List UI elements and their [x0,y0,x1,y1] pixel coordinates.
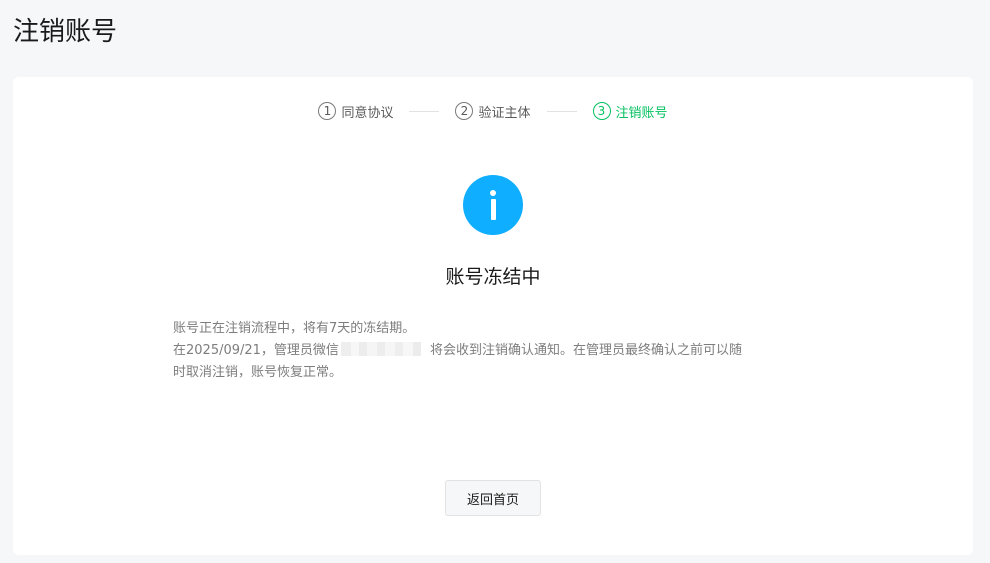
info-icon-dot [490,190,496,196]
description-line: 账号正在注销流程中，将有7天的冻结期。 [173,321,416,336]
step-verify-entity: 2 验证主体 [455,102,531,121]
step-number: 1 [318,102,337,120]
info-icon [463,175,523,235]
step-divider [546,110,577,112]
masked-wechat-id [340,342,421,356]
description-line: 时取消注销，账号恢复正常。 [173,365,343,380]
page-title: 注销账号 [13,17,118,47]
main-card: 1 同意协议 2 验证主体 3 注销账号 账号冻结中 账号正在注销流程中，将有7… [13,77,973,555]
info-icon-bar [490,199,496,220]
step-label: 同意协议 [341,105,394,121]
description-text: 将会收到注销确认通知。在管理员最终确认之前可以随 [429,343,742,358]
status-description: 账号正在注销流程中，将有7天的冻结期。 在2025/09/21，管理员微信 将会收… [173,318,803,384]
step-number: 3 [592,102,611,120]
return-home-button[interactable]: 返回首页 [445,480,541,516]
step-label: 验证主体 [478,105,531,121]
description-line: 在2025/09/21，管理员微信 将会收到注销确认通知。在管理员最终确认之前可以… [173,340,803,362]
step-number: 2 [455,102,474,120]
step-label: 注销账号 [615,105,668,121]
step-divider [409,110,440,112]
description-text: 在2025/09/21，管理员微信 [173,343,339,358]
step-cancel-account: 3 注销账号 [592,102,668,121]
step-indicator: 1 同意协议 2 验证主体 3 注销账号 [13,99,973,123]
step-agree-agreement: 1 同意协议 [318,102,393,121]
status-title: 账号冻结中 [445,266,541,288]
